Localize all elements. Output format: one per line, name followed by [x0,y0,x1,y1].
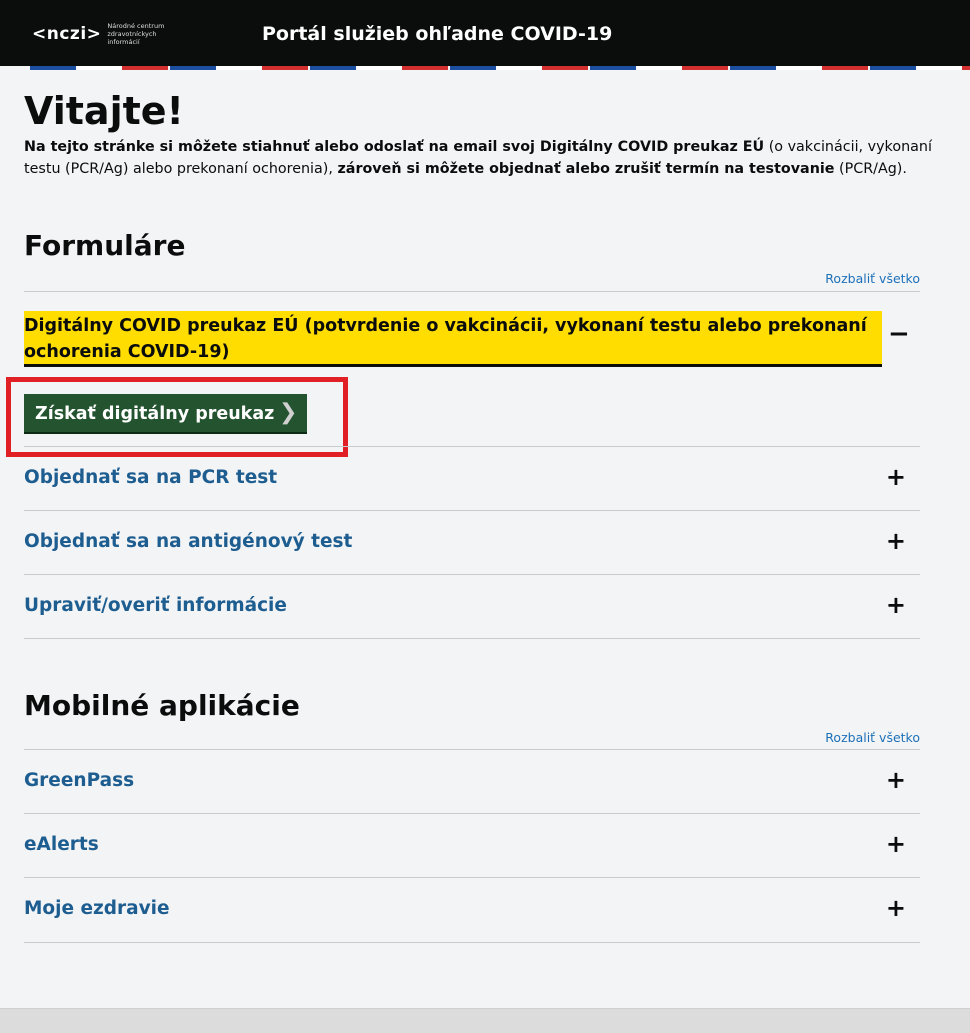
stripe-segment [402,66,448,70]
stripe-segment [262,66,308,70]
divider [24,291,920,292]
minus-icon[interactable]: − [888,321,910,347]
accordion-edit-verify-info[interactable]: Upraviť/overiť informácie + [24,575,920,639]
accordion-label: eAlerts [24,834,99,855]
stripe-segment [636,66,682,70]
divider [24,942,920,943]
accordion-moje-ezdravie[interactable]: Moje ezdravie + [24,878,920,942]
forms-expand-all-link[interactable]: Rozbaliť všetko [825,271,920,287]
get-digital-pass-label: Získať digitálny preukaz [35,404,275,424]
stripe-segment [542,66,588,70]
stripe-segment [76,66,122,70]
accordion-greenpass[interactable]: GreenPass + [24,750,920,814]
page-title: Vitajte! [24,89,184,133]
logo-subtitle: Národné centrum zdravotníckych informáci… [107,22,165,46]
plus-icon[interactable]: + [886,831,906,857]
plus-icon[interactable]: + [886,767,906,793]
stripe-segment [356,66,402,70]
get-digital-pass-button[interactable]: Získať digitálny preukaz ❯ [24,394,307,434]
stripe-segment [962,66,970,70]
stripe-segment [496,66,542,70]
plus-icon[interactable]: + [886,528,906,554]
accordion-antigen-test[interactable]: Objednať sa na antigénový test + [24,511,920,575]
chevron-right-icon: ❯ [279,400,298,425]
stripe-segment [870,66,916,70]
logo-mark: <nczi> [32,24,102,44]
intro-text-2: (PCR/Ag). [834,161,907,177]
stripe-segment [30,66,76,70]
stripe-segment [822,66,868,70]
site-header: <nczi> Národné centrum zdravotníckych in… [0,0,970,66]
stripe-segment [216,66,262,70]
accordion-digital-covid-pass-heading[interactable]: Digitálny COVID preukaz EÚ (potvrdenie o… [24,311,882,367]
stripe-segment [916,66,962,70]
stripe-segment [122,66,168,70]
accordion-pcr-test[interactable]: Objednať sa na PCR test + [24,447,920,511]
intro-text: Na tejto stránke si môžete stiahnuť aleb… [24,136,944,180]
plus-icon[interactable]: + [886,592,906,618]
accordion-label: GreenPass [24,770,135,791]
mobile-apps-heading: Mobilné aplikácie [24,689,300,722]
accordion-label: Upraviť/overiť informácie [24,595,287,616]
accordion-label: Moje ezdravie [24,898,170,919]
stripe-segment [170,66,216,70]
stripe-segment [450,66,496,70]
stripe-segment [590,66,636,70]
plus-icon[interactable]: + [886,464,906,490]
accordion-label: Objednať sa na antigénový test [24,531,353,552]
stripe-segment [776,66,822,70]
forms-heading: Formuláre [24,229,186,262]
page-footer-band [0,1008,970,1033]
intro-bold-2: zároveň si môžete objednať alebo zrušiť … [337,161,835,177]
nczi-logo[interactable]: <nczi> Národné centrum zdravotníckych in… [32,22,187,46]
stripe-segment [310,66,356,70]
accordion-ealerts[interactable]: eAlerts + [24,814,920,878]
intro-bold-1: Na tejto stránke si môžete stiahnuť aleb… [24,139,765,155]
stripe-segment [730,66,776,70]
portal-title[interactable]: Portál služieb ohľadne COVID-19 [262,21,612,47]
apps-expand-all-link[interactable]: Rozbaliť všetko [825,730,920,746]
divider [24,638,920,639]
accordion-label: Objednať sa na PCR test [24,467,278,488]
header-flag-stripe [0,66,970,70]
plus-icon[interactable]: + [886,895,906,921]
stripe-segment [682,66,728,70]
